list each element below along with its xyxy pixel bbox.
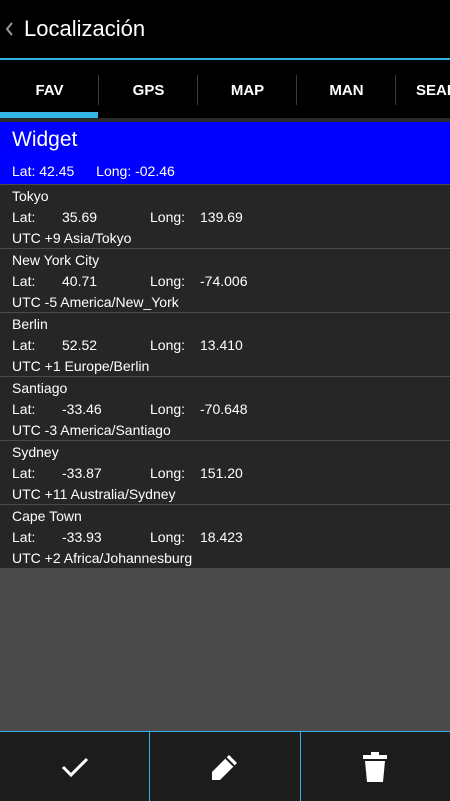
tab-label: MAP	[230, 81, 265, 99]
location-coordinates: Lat: -33.93 Long: 18.423	[12, 528, 442, 546]
bottom-action-bar	[0, 731, 450, 801]
edit-button[interactable]	[149, 732, 299, 801]
lat-value: 52.52	[62, 337, 98, 353]
widget-lat: Lat: 42.45	[12, 163, 75, 179]
location-list: Widget Lat: 42.45 Long: -02.46 Tokyo Lat…	[0, 122, 450, 568]
long-value: -74.006	[200, 273, 248, 289]
location-coordinates: Lat: 40.71 Long: -74.006	[12, 272, 442, 290]
location-timezone: UTC +9 Asia/Tokyo	[12, 230, 132, 246]
trash-icon	[363, 751, 388, 782]
confirm-button[interactable]	[0, 732, 149, 801]
tab-gps[interactable]: GPS	[99, 60, 198, 120]
check-icon	[61, 757, 88, 777]
tab-label: SEAR	[416, 81, 450, 99]
tab-fav[interactable]: FAV	[0, 60, 99, 120]
lat-label: Lat:	[12, 209, 36, 225]
location-name: Tokyo	[12, 188, 49, 204]
long-label: Long:	[150, 401, 186, 417]
widget-item[interactable]: Widget Lat: 42.45 Long: -02.46	[0, 122, 450, 184]
location-timezone: UTC +1 Europe/Berlin	[12, 358, 150, 374]
long-value: 18.423	[200, 529, 243, 545]
chevron-left-icon[interactable]	[4, 18, 18, 40]
tab-bar: FAV GPS MAP MAN SEAR	[0, 60, 450, 122]
list-item[interactable]: Santiago Lat: -33.46 Long: -70.648 UTC -…	[0, 376, 450, 440]
lat-label: Lat:	[12, 529, 36, 545]
pencil-icon	[211, 754, 237, 780]
list-item[interactable]: New York City Lat: 40.71 Long: -74.006 U…	[0, 248, 450, 312]
tab-map[interactable]: MAP	[198, 60, 297, 120]
list-item[interactable]: Sydney Lat: -33.87 Long: 151.20 UTC +11 …	[0, 440, 450, 504]
lat-label: Lat:	[12, 465, 36, 481]
long-value: 13.410	[200, 337, 243, 353]
tab-man[interactable]: MAN	[297, 60, 396, 120]
long-value: -70.648	[200, 401, 248, 417]
location-coordinates: Lat: 35.69 Long: 139.69	[12, 208, 442, 226]
tab-search[interactable]: SEAR	[396, 60, 450, 120]
tab-label: GPS	[132, 81, 165, 99]
lat-label: Lat:	[12, 273, 36, 289]
location-name: New York City	[12, 252, 100, 268]
long-label: Long:	[150, 465, 186, 481]
location-name: Sydney	[12, 444, 59, 460]
page-title[interactable]: Localización	[24, 16, 145, 42]
long-value: 151.20	[200, 465, 243, 481]
delete-button[interactable]	[299, 732, 450, 801]
long-label: Long:	[150, 529, 186, 545]
lat-label: Lat:	[12, 337, 36, 353]
lat-value: 40.71	[62, 273, 98, 289]
lat-value: -33.46	[62, 401, 102, 417]
lat-value: -33.93	[62, 529, 102, 545]
lat-label: Lat:	[12, 401, 36, 417]
list-item[interactable]: Cape Town Lat: -33.93 Long: 18.423 UTC +…	[0, 504, 450, 568]
widget-title: Widget	[12, 128, 78, 151]
lat-value: -33.87	[62, 465, 102, 481]
location-timezone: UTC -5 America/New_York	[12, 294, 179, 310]
long-label: Long:	[150, 209, 186, 225]
lat-value: 35.69	[62, 209, 98, 225]
long-label: Long:	[150, 337, 186, 353]
location-coordinates: Lat: -33.46 Long: -70.648	[12, 400, 442, 418]
long-value: 139.69	[200, 209, 243, 225]
tab-label: FAV	[35, 81, 64, 99]
location-name: Santiago	[12, 380, 68, 396]
location-timezone: UTC +11 Australia/Sydney	[12, 486, 176, 502]
location-name: Berlin	[12, 316, 48, 332]
tab-label: MAN	[329, 81, 364, 99]
location-coordinates: Lat: -33.87 Long: 151.20	[12, 464, 442, 482]
list-item[interactable]: Tokyo Lat: 35.69 Long: 139.69 UTC +9 Asi…	[0, 184, 450, 248]
location-timezone: UTC +2 Africa/Johannesburg	[12, 550, 193, 566]
widget-long: Long: -02.46	[96, 163, 175, 179]
location-name: Cape Town	[12, 508, 82, 524]
action-bar: Localización	[0, 0, 450, 58]
widget-coordinates: Lat: 42.45 Long: -02.46	[12, 163, 193, 179]
location-coordinates: Lat: 52.52 Long: 13.410	[12, 336, 442, 354]
location-timezone: UTC -3 America/Santiago	[12, 422, 171, 438]
list-item[interactable]: Berlin Lat: 52.52 Long: 13.410 UTC +1 Eu…	[0, 312, 450, 376]
long-label: Long:	[150, 273, 186, 289]
